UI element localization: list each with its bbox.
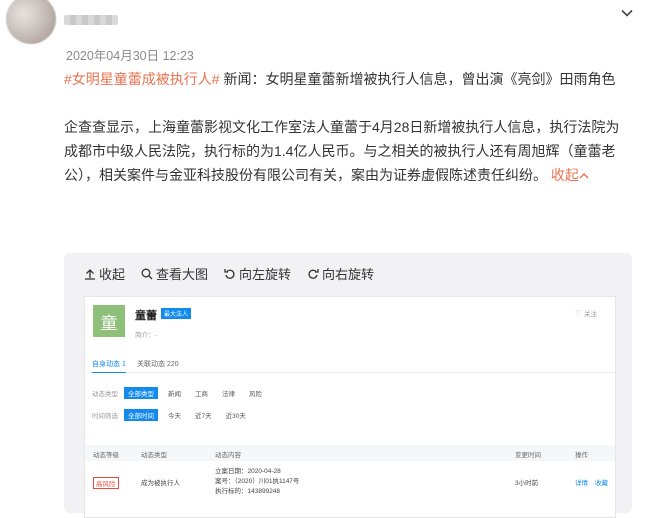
post-image[interactable]: 童 童蕾 最大法人 简介：- ♡ 关注 自身动态 1 关联动态 220 动态类型 … <box>84 296 616 518</box>
search-icon <box>141 268 153 279</box>
tab-related: 关联动态 220 <box>137 361 179 368</box>
company-logo: 童 <box>93 305 125 337</box>
heart-icon: ♡ <box>575 310 581 317</box>
table-header: 动态等级 动态类型 动态内容 变更时间 操作 <box>85 445 615 461</box>
hashtag-link[interactable]: #女明星童蕾成被执行人# <box>64 71 220 87</box>
rotate-left-icon <box>224 268 235 279</box>
chevron-down-icon[interactable] <box>620 6 634 20</box>
chevron-up-icon <box>579 172 589 179</box>
rotate-right-button[interactable]: 向右旋转 <box>307 264 374 283</box>
person-name: 童蕾 <box>135 310 157 322</box>
collapse-link[interactable]: 收起 <box>551 167 589 183</box>
rotate-left-button[interactable]: 向左旋转 <box>224 264 291 283</box>
type-filter: 动态类型 全部类型 新闻 工商 法律 风险 <box>92 387 266 399</box>
legal-rep-tag: 最大法人 <box>161 308 192 319</box>
tab-self: 自身动态 1 <box>92 359 126 373</box>
avatar[interactable] <box>6 0 56 44</box>
post-timestamp: 2020年04月30日 12:23 <box>66 49 194 63</box>
username-blurred[interactable] <box>64 15 118 25</box>
upload-icon <box>85 268 95 280</box>
time-filter: 时间筛选 全部时间 今天 近7天 近30天 <box>92 409 250 421</box>
viewer-toolbar: 收起 查看大图 向左旋转 向右旋转 <box>84 264 374 283</box>
post-text: #女明星童蕾成被执行人# 新闻：女明星童蕾新增被执行人信息，曾出演《亮剑》田雨角… <box>64 67 630 187</box>
post-intro: 新闻：女明星童蕾新增被执行人信息，曾出演《亮剑》田雨角色 <box>219 71 616 87</box>
person-sub: 简介：- <box>135 332 157 339</box>
dynamic-tabs: 自身动态 1 关联动态 220 <box>85 354 615 373</box>
collapse-image-button[interactable]: 收起 <box>84 264 125 283</box>
post-body: 企查查显示，上海童蕾影视文化工作室法人童蕾于4月28日新增被执行人信息，执行法院… <box>64 119 620 183</box>
view-large-button[interactable]: 查看大图 <box>141 264 208 283</box>
follow: ♡ 关注 <box>575 310 597 318</box>
image-viewer: 收起 查看大图 向左旋转 向右旋转 童 童蕾 最大法人 简介：- ♡ 关注 自身动… <box>64 253 632 518</box>
table-row: 高风险 成为被执行人 立案日期：2020-04-28 案号：（2020）川01执… <box>85 463 615 503</box>
rotate-right-icon <box>308 268 319 279</box>
